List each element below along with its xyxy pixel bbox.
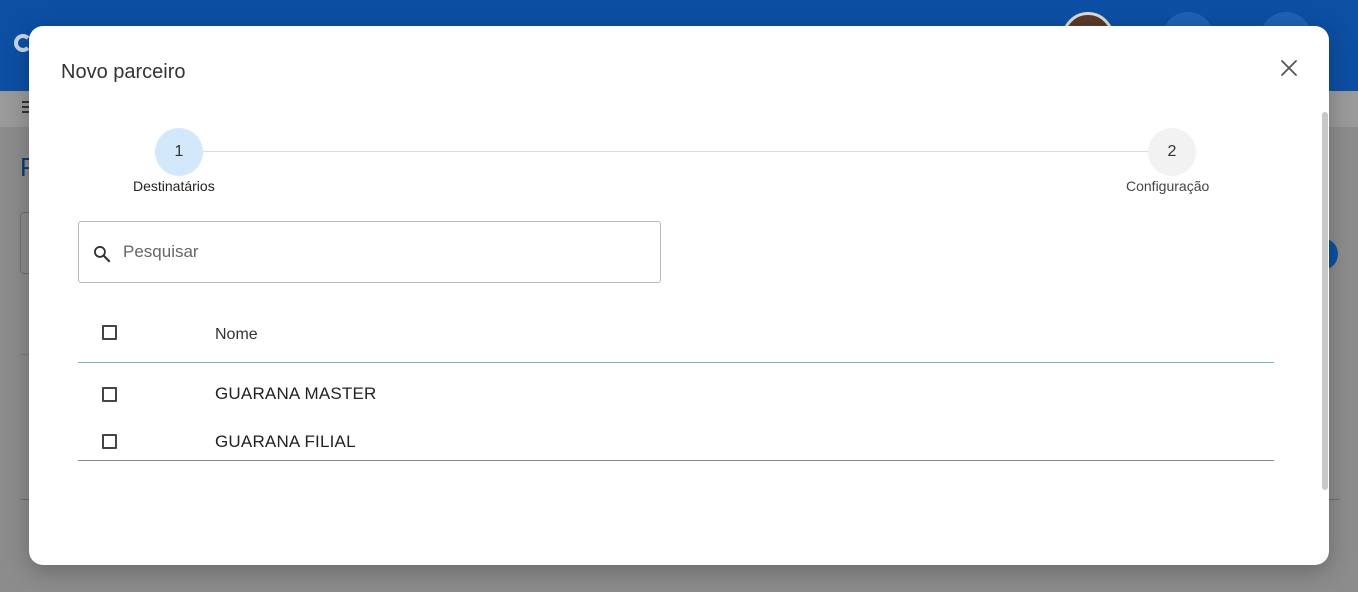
- row-checkbox[interactable]: [102, 434, 117, 449]
- step-2-label: Configuração: [1126, 178, 1210, 194]
- step-1-label: Destinatários: [133, 178, 215, 194]
- row-name: GUARANA MASTER: [215, 384, 377, 403]
- step-1-indicator[interactable]: 1: [155, 128, 203, 176]
- table-row[interactable]: GUARANA MASTER: [78, 372, 1274, 418]
- close-icon: [1281, 60, 1297, 76]
- close-button[interactable]: [1277, 56, 1301, 80]
- scrollbar[interactable]: [1322, 112, 1328, 490]
- new-partner-dialog: Novo parceiro 1 2 Destinatários Configur…: [29, 26, 1329, 565]
- search-input[interactable]: [123, 234, 643, 270]
- search-field[interactable]: [78, 221, 661, 283]
- row-checkbox[interactable]: [102, 387, 117, 402]
- row-name: GUARANA FILIAL: [215, 432, 356, 451]
- step-2-indicator[interactable]: 2: [1148, 128, 1196, 176]
- dialog-title: Novo parceiro: [61, 61, 186, 83]
- table-bottom-border: [78, 460, 1274, 461]
- stepper-connector: [202, 151, 1150, 152]
- table-header: Nome: [78, 311, 1274, 363]
- select-all-checkbox[interactable]: [102, 325, 117, 340]
- search-icon: [94, 246, 111, 263]
- column-header-nome[interactable]: Nome: [215, 326, 258, 344]
